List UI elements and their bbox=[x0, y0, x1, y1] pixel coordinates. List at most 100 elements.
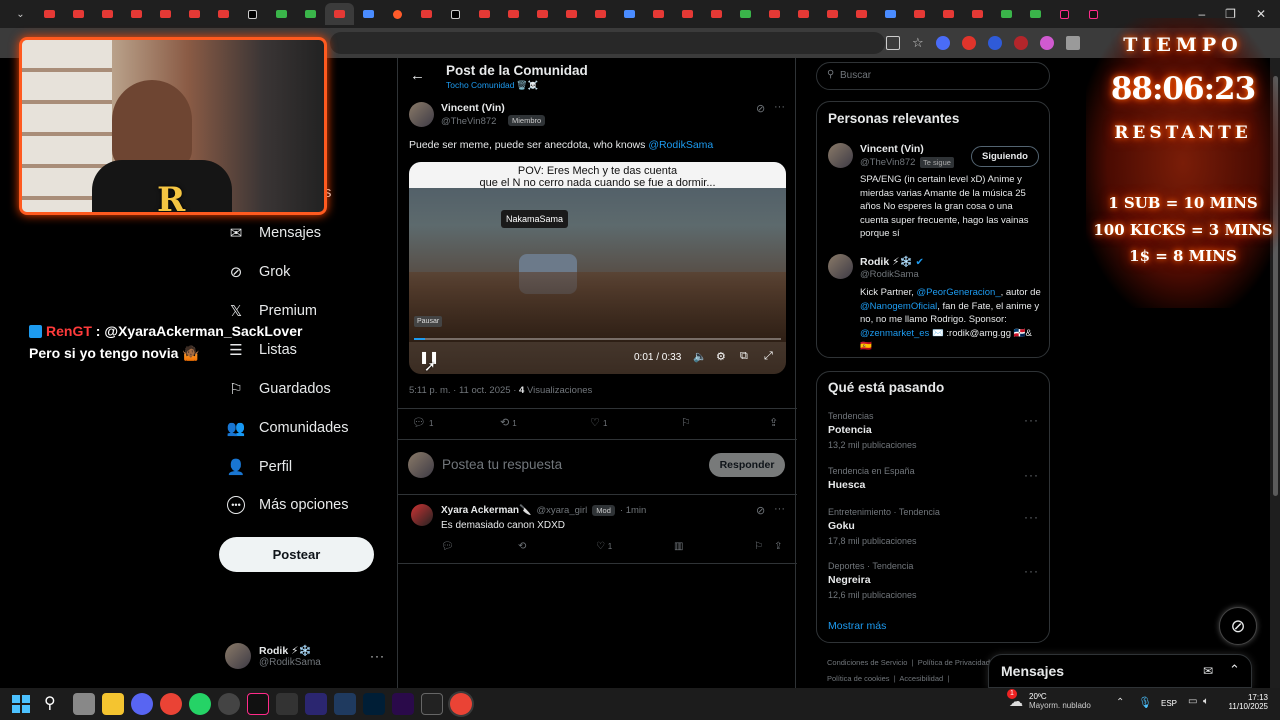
video-player[interactable]: POV: Eres Mech y te das cuenta que el N … bbox=[409, 162, 786, 374]
post-handle[interactable]: @TheVin872 bbox=[441, 116, 496, 127]
comment-handle[interactable]: @xyara_girl bbox=[536, 505, 587, 516]
post-timestamp[interactable]: 5:11 p. m. · 11 oct. 2025 · bbox=[409, 385, 519, 396]
mention-link[interactable]: @NanogemOficial bbox=[860, 301, 937, 312]
browser-tab[interactable] bbox=[992, 3, 1021, 25]
like-action[interactable]: ♡ 1 bbox=[590, 416, 607, 429]
share-icon[interactable]: ⇪ bbox=[774, 541, 782, 552]
volume-icon[interactable]: 🔈 bbox=[693, 350, 707, 363]
grok-icon[interactable]: ⊘ bbox=[756, 102, 765, 115]
community-link[interactable]: Tocho Comunidad 🗑️☠️ bbox=[446, 80, 538, 91]
browser-tab[interactable] bbox=[64, 3, 93, 25]
browser-tab[interactable] bbox=[673, 3, 702, 25]
browser-tab[interactable] bbox=[963, 3, 992, 25]
more-icon[interactable]: ··· bbox=[1024, 564, 1039, 578]
app-icon[interactable] bbox=[276, 693, 298, 715]
url-field[interactable] bbox=[330, 32, 885, 54]
person-handle[interactable]: @RodikSama bbox=[860, 269, 919, 280]
browser-tab[interactable] bbox=[383, 3, 412, 25]
star-icon[interactable]: ☆ bbox=[912, 35, 924, 51]
video-progress-track[interactable] bbox=[414, 338, 781, 340]
messages-drawer[interactable]: Mensajes ✉ ⌃ bbox=[988, 654, 1252, 688]
browser-tab[interactable] bbox=[296, 3, 325, 25]
browser-tab[interactable] bbox=[615, 3, 644, 25]
install-icon[interactable] bbox=[886, 36, 900, 50]
post-button[interactable]: Postear bbox=[219, 537, 374, 572]
nav-item-messages[interactable]: ✉ Mensajes bbox=[227, 224, 321, 242]
browser-tab[interactable] bbox=[151, 3, 180, 25]
mention-link[interactable]: @RodikSama bbox=[648, 139, 713, 151]
comment-item[interactable]: Xyara Ackerman🔪 @xyara_girl Mod · 1min ⊘… bbox=[398, 498, 797, 564]
browser-tab[interactable] bbox=[702, 3, 731, 25]
reply-button[interactable]: Responder bbox=[709, 453, 785, 477]
more-icon[interactable]: ··· bbox=[1024, 468, 1039, 482]
grok-icon[interactable]: ⊘ bbox=[756, 504, 765, 517]
nav-item-grok[interactable]: ⊘ Grok bbox=[227, 263, 291, 281]
extension-icon[interactable] bbox=[961, 36, 976, 50]
browser-tab[interactable] bbox=[586, 3, 615, 25]
mention-link[interactable]: @PeorGeneracion_ bbox=[917, 287, 1001, 298]
avatar[interactable] bbox=[828, 254, 853, 279]
browser-tab[interactable] bbox=[238, 3, 267, 25]
new-message-icon[interactable]: ✉ bbox=[1203, 664, 1213, 678]
account-switcher[interactable]: Rodik ⚡❄️ @RodikSama ··· bbox=[225, 643, 384, 669]
search-input[interactable]: Buscar bbox=[840, 70, 871, 81]
post-author[interactable]: Vincent (Vin) bbox=[441, 102, 505, 114]
extension-icon[interactable] bbox=[1013, 36, 1028, 50]
browser-tab[interactable] bbox=[818, 3, 847, 25]
extension-icon[interactable] bbox=[935, 36, 950, 50]
browser-tab[interactable] bbox=[180, 3, 209, 25]
trend-item[interactable]: Entretenimiento · Tendencia Goku 17,8 mi… bbox=[828, 507, 1038, 546]
search-box[interactable]: ⚲ Buscar bbox=[816, 62, 1050, 90]
like-action[interactable]: ♡ 1 bbox=[596, 541, 612, 552]
reply-icon[interactable]: 💬︎ bbox=[441, 541, 454, 552]
nav-item-premium[interactable]: 𝕏 Premium bbox=[227, 302, 317, 320]
browser-tab[interactable] bbox=[1050, 3, 1079, 25]
avatar[interactable] bbox=[828, 143, 853, 168]
extension-icon[interactable] bbox=[1065, 36, 1080, 50]
trend-item[interactable]: Tendencias Potencia 13,2 mil publicacion… bbox=[828, 411, 1038, 450]
file-explorer-icon[interactable] bbox=[102, 693, 124, 715]
trend-item[interactable]: Deportes · Tendencia Negreira 12,6 mil p… bbox=[828, 561, 1038, 600]
share-icon[interactable]: ⇪ bbox=[769, 416, 778, 429]
repost-icon[interactable]: ⟲ bbox=[518, 541, 526, 552]
analytics-icon[interactable]: ▥ bbox=[674, 541, 683, 552]
person-name[interactable]: Vincent (Vin) bbox=[860, 143, 924, 155]
browser-tab[interactable] bbox=[528, 3, 557, 25]
chevron-up-icon[interactable]: ⌃ bbox=[1116, 697, 1124, 708]
nav-item-profile[interactable]: 👤 Perfil bbox=[227, 458, 292, 476]
terminal-icon[interactable] bbox=[421, 693, 443, 715]
footer-link[interactable]: Accesibilidad bbox=[899, 674, 943, 683]
avatar[interactable] bbox=[409, 102, 434, 127]
back-arrow-icon[interactable]: ← bbox=[410, 67, 425, 84]
browser-tab[interactable] bbox=[876, 3, 905, 25]
browser-tab[interactable] bbox=[35, 3, 64, 25]
footer-link[interactable]: Política de cookies bbox=[827, 674, 890, 683]
chrome-active-icon[interactable] bbox=[450, 693, 472, 715]
tab-search-button[interactable]: ⌄ bbox=[6, 3, 35, 25]
browser-tab[interactable] bbox=[499, 3, 528, 25]
extension-icon[interactable] bbox=[1039, 36, 1054, 50]
browser-tab[interactable] bbox=[267, 3, 296, 25]
browser-tab[interactable] bbox=[789, 3, 818, 25]
browser-tab[interactable] bbox=[644, 3, 673, 25]
browser-tab[interactable] bbox=[325, 3, 354, 25]
browser-tab[interactable] bbox=[441, 3, 470, 25]
show-more-link[interactable]: Mostrar más bbox=[828, 620, 886, 632]
extension-icon[interactable] bbox=[987, 36, 1002, 50]
fullscreen-icon[interactable]: ⤢ bbox=[764, 350, 773, 363]
browser-tab[interactable] bbox=[1021, 3, 1050, 25]
settings-icon[interactable]: ⚙ bbox=[716, 350, 726, 363]
nav-item-more[interactable]: ••• Más opciones bbox=[227, 496, 348, 514]
browser-tab[interactable] bbox=[209, 3, 238, 25]
person-handle[interactable]: @TheVin872 bbox=[860, 157, 915, 168]
windows-start-icon[interactable] bbox=[12, 695, 30, 713]
clock[interactable]: 17:13 11/10/2025 bbox=[1224, 693, 1268, 711]
browser-tab[interactable] bbox=[412, 3, 441, 25]
footer-link[interactable]: Política de Privacidad bbox=[918, 658, 990, 667]
mention-link[interactable]: @zenmarket_es bbox=[860, 328, 929, 339]
more-icon[interactable]: ··· bbox=[1024, 510, 1039, 524]
more-icon[interactable]: ··· bbox=[774, 101, 785, 113]
task-view-icon[interactable] bbox=[73, 693, 95, 715]
chrome-icon[interactable] bbox=[160, 693, 182, 715]
reply-input[interactable]: Postea tu respuesta bbox=[442, 457, 562, 472]
